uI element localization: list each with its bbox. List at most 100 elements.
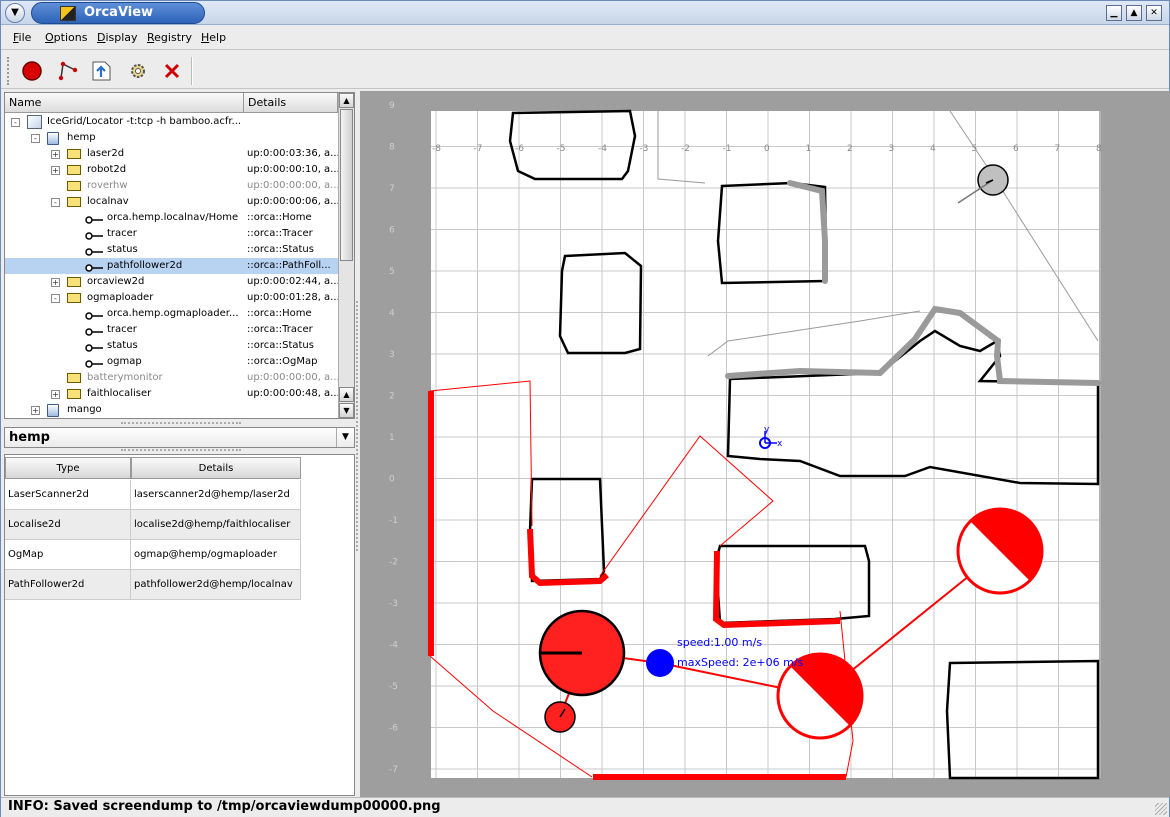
menu-options[interactable]: Options [45, 31, 87, 44]
tree-row[interactable]: - hemp [5, 130, 338, 146]
tree-row[interactable]: status::orca::Status [5, 242, 338, 258]
collapse-icon[interactable]: - [31, 134, 40, 143]
map-canvas[interactable]: -8 -7 -6 -5 -4 -3 -2 -1 0 1 2 3 4 5 6 7 8 9 8 7 6 5 4 3 2 1 0 -1 -2 -… [360, 91, 1170, 797]
column-header-details[interactable]: Details [244, 93, 338, 113]
table-cell-type[interactable]: OgMap [5, 540, 131, 570]
tree-row[interactable]: roverhw up:0:00:00:00, a... [5, 178, 339, 194]
tree-item-label: laser2d [87, 148, 125, 159]
tree-row[interactable]: pathfollower2d::orca::PathFoll... [5, 258, 338, 274]
registry-tree[interactable]: Name Details - IceGrid/Locator -t:tcp -h … [4, 92, 355, 419]
expand-icon[interactable]: + [51, 278, 60, 287]
path-button[interactable] [55, 58, 81, 84]
table-cell-details[interactable]: laserscanner2d@hemp/laser2d [131, 480, 301, 510]
y-tick-label: 7 [389, 184, 395, 194]
tree-item-label: IceGrid/Locator -t:tcp -h bamboo.acfr... [47, 116, 242, 127]
axis-y-label: y [764, 425, 770, 435]
tree-row[interactable]: tracer::orca::Tracer [5, 226, 338, 242]
collapse-icon[interactable]: - [11, 118, 20, 127]
table-cell-type[interactable]: PathFollower2d [5, 570, 131, 600]
y-tick-label: 4 [389, 309, 395, 319]
x-tick-label: 5 [972, 144, 978, 154]
minimize-button[interactable]: ▁ [1106, 5, 1122, 21]
interface-table[interactable]: Type Details LaserScanner2d laserscanner2… [4, 454, 355, 796]
vertical-splitter-handle[interactable] [356, 301, 359, 551]
tree-row[interactable]: status::orca::Status [5, 338, 338, 354]
resize-grip[interactable] [1155, 803, 1167, 815]
waypoint-goal [956, 507, 1044, 595]
tree-row[interactable]: + mango [5, 402, 338, 418]
column-header-name[interactable]: Name [5, 93, 244, 113]
y-tick-label: 3 [389, 350, 395, 360]
chevron-down-icon[interactable]: ▼ [336, 428, 354, 447]
tree-item-label: orca.hemp.localnav/Home [107, 212, 239, 223]
menu-display[interactable]: Display [97, 31, 138, 44]
table-cell-type[interactable]: Localise2d [5, 510, 131, 540]
tree-row[interactable]: tracer::orca::Tracer [5, 322, 338, 338]
scroll-up-button[interactable]: ▲ [339, 93, 354, 108]
y-tick-label: 8 [389, 143, 395, 153]
toolbar-grip[interactable] [7, 57, 11, 85]
y-tick-label: -6 [389, 724, 398, 734]
tree-row[interactable]: orca.hemp.localnav/Home::orca::Home [5, 210, 338, 226]
tree-row[interactable]: + orcaview2d up:0:00:02:44, a... [5, 274, 339, 290]
menu-bar: File Options Display Registry Help [1, 26, 1169, 50]
y-tick-label: 2 [389, 392, 395, 402]
tree-row[interactable]: orca.hemp.ogmaploader...::orca::Home [5, 306, 338, 322]
splitter-handle[interactable] [121, 422, 241, 425]
interface-icon [85, 310, 105, 320]
tree-row[interactable]: - IceGrid/Locator -t:tcp -h bamboo.acfr..… [5, 114, 338, 130]
expand-icon[interactable]: + [51, 166, 60, 175]
host-icon [47, 404, 59, 417]
host-select[interactable]: hemp ▼ [4, 427, 355, 448]
title-bar[interactable]: ▼ OrcaView ▁ ▲ ✕ [1, 1, 1169, 25]
status-bar: INFO: Saved screendump to /tmp/orcaviewd… [1, 797, 1169, 817]
map-view[interactable]: -8 -7 -6 -5 -4 -3 -2 -1 0 1 2 3 4 5 6 7 8 9 8 7 6 5 4 3 2 1 0 -1 -2 -… [360, 91, 1170, 797]
tree-row[interactable]: - ogmaploader up:0:00:01:28, a... [5, 290, 339, 306]
collapse-icon[interactable]: - [51, 294, 60, 303]
component-icon [67, 149, 81, 159]
tree-row[interactable]: + faithlocaliser up:0:00:00:48, a... [5, 386, 339, 402]
delete-button[interactable] [159, 58, 185, 84]
tree-item-details: ::orca::Home [247, 308, 312, 319]
scroll-up-button-2[interactable]: ▲ [339, 387, 354, 402]
interface-icon [85, 214, 105, 224]
splitter-handle-2[interactable] [121, 449, 241, 452]
tree-row[interactable]: - localnav up:0:00:00:06, a... [5, 194, 339, 210]
expand-icon[interactable]: + [51, 390, 60, 399]
close-button[interactable]: ✕ [1146, 5, 1162, 21]
table-cell-type[interactable]: LaserScanner2d [5, 480, 131, 510]
component-icon [67, 389, 81, 399]
column-header-type[interactable]: Type [5, 457, 131, 479]
component-icon [67, 373, 81, 383]
tree-item-label: ogmap [107, 356, 142, 367]
max-speed-label: maxSpeed: 2e+06 m/s [677, 656, 804, 669]
table-cell-details[interactable]: ogmap@hemp/ogmaploader [131, 540, 301, 570]
collapse-icon[interactable]: - [51, 198, 60, 207]
menu-registry[interactable]: Registry [147, 31, 192, 44]
tree-row[interactable]: + robot2d up:0:00:00:10, a... [5, 162, 339, 178]
menu-file[interactable]: File [13, 31, 31, 44]
expand-icon[interactable]: + [31, 406, 40, 415]
settings-button[interactable] [125, 58, 151, 84]
scroll-down-button[interactable]: ▼ [339, 403, 354, 418]
export-button[interactable] [89, 58, 115, 84]
speed-label: speed:1.00 m/s [677, 636, 762, 649]
maximize-button[interactable]: ▲ [1126, 5, 1142, 21]
record-button[interactable] [19, 58, 45, 84]
scroll-thumb[interactable] [340, 109, 353, 261]
tree-row[interactable]: + laser2d up:0:00:03:36, a... [5, 146, 339, 162]
window-menu-button[interactable]: ▼ [5, 3, 25, 23]
column-header-details[interactable]: Details [131, 457, 301, 479]
tree-row[interactable]: ogmap::orca::OgMap [5, 354, 338, 370]
toolbar-separator [191, 57, 193, 85]
x-tick-label: 0 [764, 144, 770, 154]
expand-icon[interactable]: + [51, 150, 60, 159]
table-cell-details[interactable]: pathfollower2d@hemp/localnav [131, 570, 301, 600]
settings-icon [131, 64, 145, 78]
tree-item-label: faithlocaliser [87, 388, 152, 399]
table-cell-details[interactable]: localise2d@hemp/faithlocaliser [131, 510, 301, 540]
menu-help[interactable]: Help [201, 31, 226, 44]
tree-vertical-scrollbar[interactable]: ▲ ▲ ▼ [338, 93, 354, 418]
tree-header: Name Details [5, 93, 338, 113]
tree-row[interactable]: batterymonitor up:0:00:00:00, a... [5, 370, 339, 386]
